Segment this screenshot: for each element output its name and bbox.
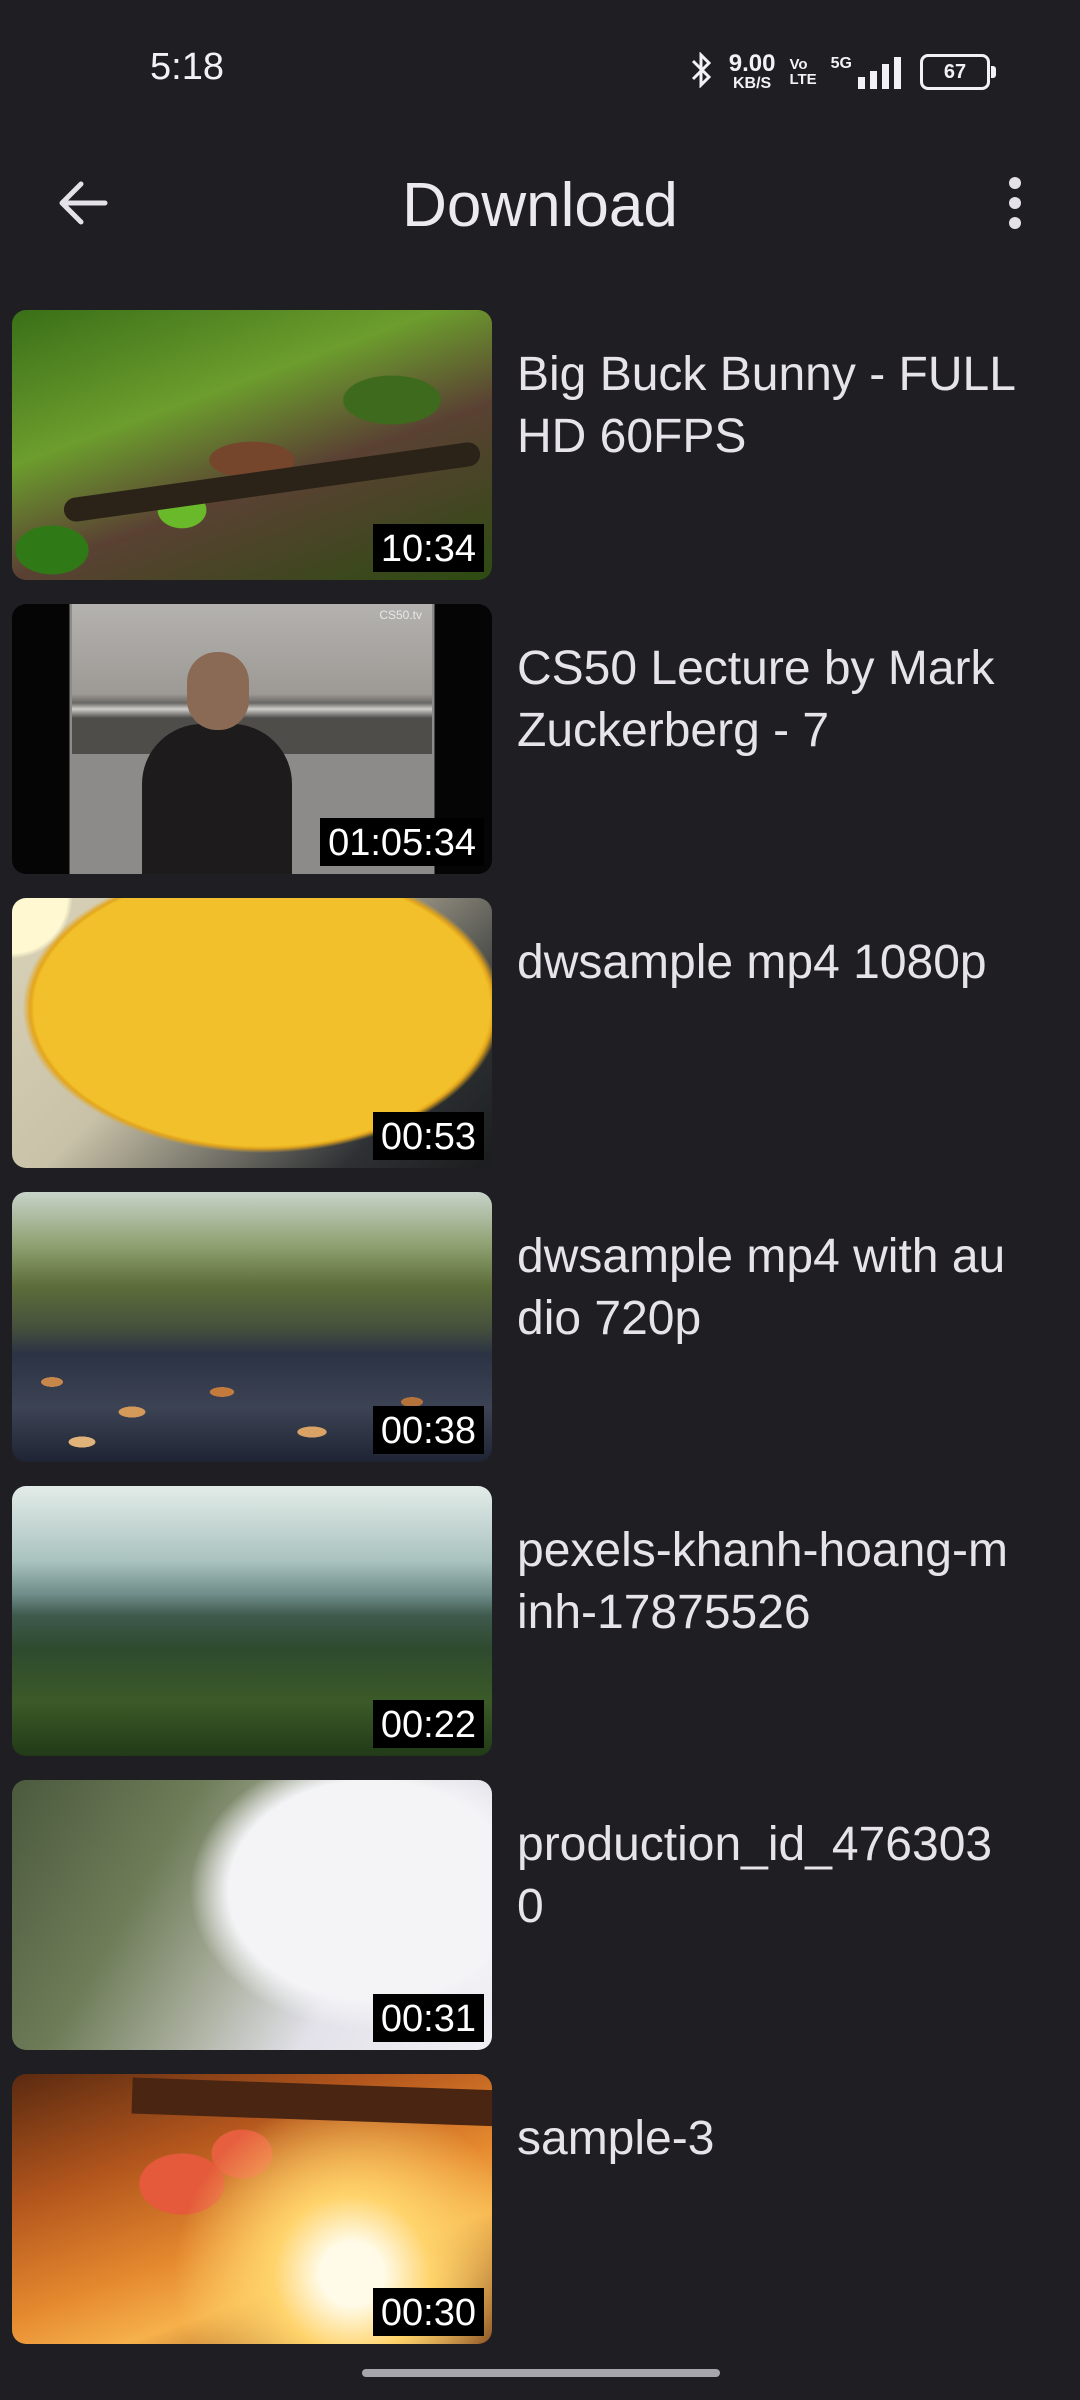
video-thumbnail[interactable]: CS50.tv 01:05:34 bbox=[12, 604, 492, 874]
status-bar: 5:18 9.00 KB/S Vo LTE 5G 67 bbox=[0, 0, 1080, 140]
video-title[interactable]: dwsample mp4 1080p bbox=[517, 932, 1017, 994]
video-item[interactable]: 00:53 dwsample mp4 1080p bbox=[0, 898, 1080, 1192]
signal-5g-icon: 5G bbox=[831, 55, 906, 89]
video-title[interactable]: production_id_4763030 bbox=[517, 1814, 1017, 1938]
thumbnail-watermark: CS50.tv bbox=[379, 608, 422, 622]
battery-icon: 67 bbox=[920, 54, 996, 90]
video-thumbnail[interactable]: 00:53 bbox=[12, 898, 492, 1168]
network-speed: 9.00 KB/S bbox=[728, 50, 776, 92]
app-bar: Download bbox=[0, 140, 1080, 270]
video-item[interactable]: CS50.tv 01:05:34 CS50 Lecture by Mark Zu… bbox=[0, 604, 1080, 898]
status-time: 5:18 bbox=[150, 46, 224, 88]
video-title[interactable]: sample-3 bbox=[517, 2108, 1017, 2170]
video-thumbnail[interactable]: 00:38 bbox=[12, 1192, 492, 1462]
video-list: 10:34 Big Buck Bunny - FULL HD 60FPS CS5… bbox=[0, 310, 1080, 2368]
duration-badge: 00:22 bbox=[372, 1700, 484, 1748]
duration-badge: 00:31 bbox=[372, 1994, 484, 2042]
video-thumbnail[interactable]: 00:31 bbox=[12, 1780, 492, 2050]
video-item[interactable]: 00:30 sample-3 bbox=[0, 2074, 1080, 2368]
duration-badge: 00:38 bbox=[372, 1406, 484, 1454]
more-vert-icon bbox=[1005, 175, 1025, 236]
video-thumbnail[interactable]: 00:22 bbox=[12, 1486, 492, 1756]
home-indicator[interactable] bbox=[362, 2369, 720, 2377]
duration-badge: 10:34 bbox=[372, 524, 484, 572]
video-item[interactable]: 10:34 Big Buck Bunny - FULL HD 60FPS bbox=[0, 310, 1080, 604]
video-title[interactable]: dwsample mp4 with audio 720p bbox=[517, 1226, 1017, 1350]
page-title: Download bbox=[402, 171, 678, 240]
video-item[interactable]: 00:31 production_id_4763030 bbox=[0, 1780, 1080, 2074]
more-options-button[interactable] bbox=[980, 170, 1050, 240]
video-item[interactable]: 00:38 dwsample mp4 with audio 720p bbox=[0, 1192, 1080, 1486]
video-thumbnail[interactable]: 00:30 bbox=[12, 2074, 492, 2344]
bluetooth-icon bbox=[689, 50, 715, 93]
video-item[interactable]: 00:22 pexels-khanh-hoang-minh-17875526 bbox=[0, 1486, 1080, 1780]
video-title[interactable]: pexels-khanh-hoang-minh-17875526 bbox=[517, 1520, 1017, 1644]
status-icons: 9.00 KB/S Vo LTE 5G 67 bbox=[689, 50, 996, 94]
volte-indicator: Vo LTE bbox=[789, 56, 817, 88]
duration-badge: 00:53 bbox=[372, 1112, 484, 1160]
video-title[interactable]: CS50 Lecture by Mark Zuckerberg - 7 bbox=[517, 638, 1017, 762]
video-title[interactable]: Big Buck Bunny - FULL HD 60FPS bbox=[517, 344, 1017, 468]
video-thumbnail[interactable]: 10:34 bbox=[12, 310, 492, 580]
duration-badge: 01:05:34 bbox=[320, 818, 484, 866]
duration-badge: 00:30 bbox=[372, 2288, 484, 2336]
